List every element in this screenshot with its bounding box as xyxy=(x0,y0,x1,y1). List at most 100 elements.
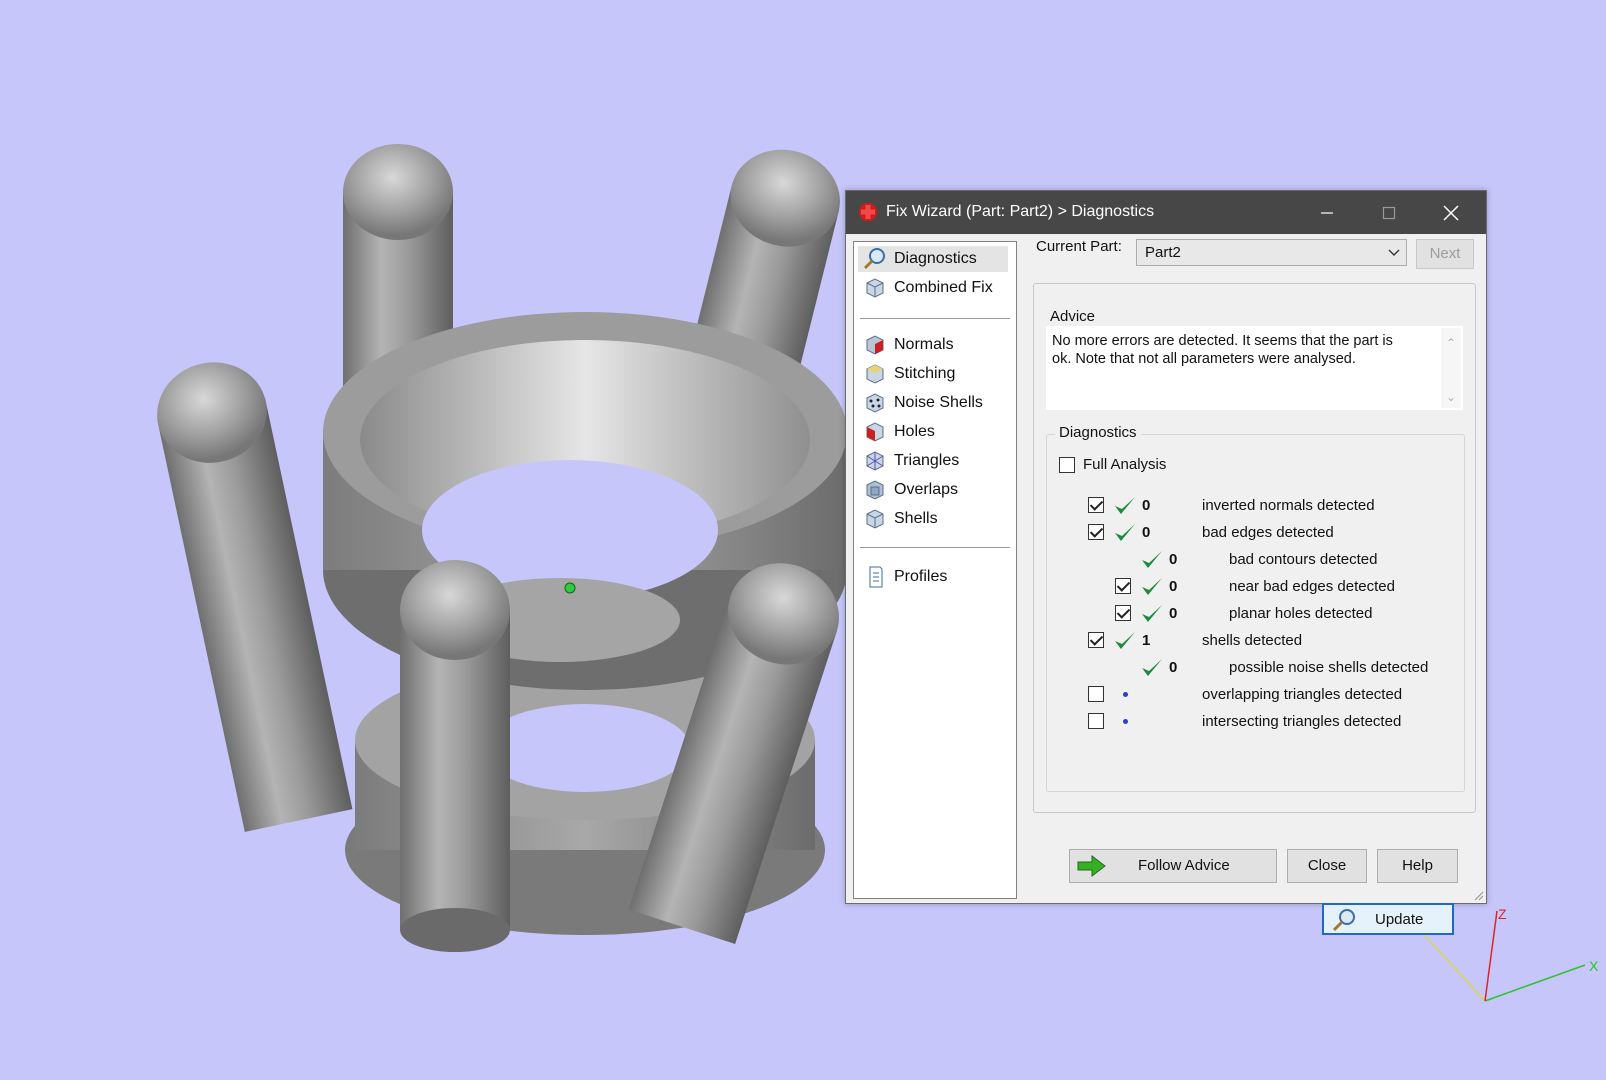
window-title: Fix Wizard (Part: Part2) > Diagnostics xyxy=(886,203,1155,220)
nav-item-label: Shells xyxy=(894,510,938,527)
scroll-down-icon[interactable]: ⌄ xyxy=(1441,390,1461,404)
diagnostic-checkbox[interactable] xyxy=(1088,632,1104,648)
full-analysis-checkbox[interactable] xyxy=(1059,457,1075,473)
diagnostic-row: 0 bad contours detected xyxy=(1047,549,1464,571)
green-check-icon xyxy=(1115,632,1135,649)
diagnostic-count: 0 xyxy=(1169,551,1178,568)
close-icon xyxy=(1443,204,1459,221)
green-check-icon xyxy=(1142,578,1162,595)
next-button[interactable]: Next xyxy=(1416,239,1474,269)
nav-item-combined-fix[interactable]: Combined Fix xyxy=(862,275,993,301)
diagnostic-label: inverted normals detected xyxy=(1202,497,1375,514)
stitching-cube-icon xyxy=(866,364,884,384)
diagnostic-row: 0 possible noise shells detected xyxy=(1047,657,1464,679)
not-analysed-dot-icon xyxy=(1123,692,1128,697)
nav-item-triangles[interactable]: Triangles xyxy=(862,448,959,474)
green-check-icon xyxy=(1142,659,1162,676)
update-button[interactable]: Update xyxy=(1322,903,1454,935)
z-axis-line xyxy=(1484,910,1498,1002)
diagnostic-row: intersecting triangles detected xyxy=(1047,711,1464,733)
diagnostic-row: overlapping triangles detected xyxy=(1047,684,1464,706)
cube-icon xyxy=(866,278,884,298)
nav-item-label: Combined Fix xyxy=(894,279,993,296)
chevron-down-icon xyxy=(1388,249,1400,256)
diagnostic-row: 0 inverted normals detected xyxy=(1047,495,1464,517)
noise-shells-icon xyxy=(866,393,884,413)
advice-group: Advice No more errors are detected. It s… xyxy=(1046,308,1463,410)
green-arrow-icon xyxy=(1077,854,1106,878)
advice-title: Advice xyxy=(1046,308,1100,325)
nav-item-noise-shells[interactable]: Noise Shells xyxy=(862,390,983,416)
diagnostic-count: 0 xyxy=(1169,578,1178,595)
fix-wizard-dialog: Fix Wizard (Part: Part2) > Diagnostics D… xyxy=(845,190,1487,935)
follow-advice-label: Follow Advice xyxy=(1138,857,1230,874)
diagnostic-checkbox[interactable] xyxy=(1088,524,1104,540)
nav-item-overlaps[interactable]: Overlaps xyxy=(862,477,958,503)
diagnostic-label: near bad edges detected xyxy=(1229,578,1395,595)
close-window-button[interactable] xyxy=(1420,191,1482,234)
minimize-icon xyxy=(1321,211,1333,214)
diagnostics-group: Diagnostics Full Analysis 0 inverted norm… xyxy=(1046,424,1465,935)
diagnostic-row: 0 bad edges detected xyxy=(1047,522,1464,544)
nav-item-stitching[interactable]: Stitching xyxy=(862,361,955,387)
diagnostic-label: bad edges detected xyxy=(1202,524,1334,541)
3d-model xyxy=(157,144,847,952)
nav-item-label: Normals xyxy=(894,336,954,353)
title-bar[interactable]: Fix Wizard (Part: Part2) > Diagnostics xyxy=(846,191,1486,234)
shells-cube-icon xyxy=(866,509,884,529)
diagnostic-row: 0 planar holes detected xyxy=(1047,603,1464,625)
diagnostic-label: bad contours detected xyxy=(1229,551,1378,568)
nav-item-label: Holes xyxy=(894,423,935,440)
diagnostic-label: overlapping triangles detected xyxy=(1202,686,1403,703)
z-axis-label: Z xyxy=(1498,906,1507,922)
resize-grip-icon[interactable] xyxy=(1472,889,1484,901)
diagnostic-checkbox[interactable] xyxy=(1115,578,1131,594)
x-axis-label: X xyxy=(1589,958,1599,974)
minimize-button[interactable] xyxy=(1296,191,1358,234)
normals-cube-icon xyxy=(866,335,884,355)
wizard-navigation: Diagnostics Combined Fix Normals Stitchi… xyxy=(853,241,1017,899)
nav-item-label: Diagnostics xyxy=(894,250,977,267)
pillar-left xyxy=(157,362,353,832)
current-part-label: Current Part: xyxy=(1036,238,1122,255)
diagnostic-count: 0 xyxy=(1142,524,1151,541)
diagnostic-checkbox[interactable] xyxy=(1088,497,1104,513)
diagnostic-count: 0 xyxy=(1169,659,1178,676)
diagnostic-checkbox[interactable] xyxy=(1088,713,1104,729)
nav-item-shells[interactable]: Shells xyxy=(862,506,938,532)
diagnostics-panel: Advice No more errors are detected. It s… xyxy=(1033,283,1476,935)
overlaps-cube-icon xyxy=(866,480,884,500)
nav-item-profiles[interactable]: Profiles xyxy=(862,564,947,590)
nav-item-holes[interactable]: Holes xyxy=(862,419,935,445)
advice-text: No more errors are detected. It seems th… xyxy=(1052,333,1393,367)
current-part-select[interactable]: Part2 xyxy=(1136,239,1407,266)
follow-advice-button[interactable]: Follow Advice xyxy=(1069,849,1277,883)
diagnostic-label: planar holes detected xyxy=(1229,605,1373,622)
nav-item-diagnostics[interactable]: Diagnostics xyxy=(858,246,1008,272)
diagnostic-checkbox[interactable] xyxy=(1088,686,1104,702)
maximize-button[interactable] xyxy=(1358,191,1420,234)
green-check-icon xyxy=(1115,524,1135,541)
nav-item-label: Stitching xyxy=(894,365,956,382)
diagnostic-label: intersecting triangles detected xyxy=(1202,713,1402,730)
nav-item-normals[interactable]: Normals xyxy=(862,332,954,358)
diagnostic-row: 0 near bad edges detected xyxy=(1047,576,1464,598)
not-analysed-dot-icon xyxy=(1123,719,1128,724)
diagnostic-count: 0 xyxy=(1169,605,1178,622)
nav-separator xyxy=(860,547,1010,548)
diagnostic-count: 1 xyxy=(1142,632,1151,649)
close-button[interactable]: Close xyxy=(1287,849,1367,883)
diagnostic-checkbox[interactable] xyxy=(1115,605,1131,621)
medic-cross-icon xyxy=(859,203,877,221)
nav-item-label: Triangles xyxy=(894,452,960,469)
pillar-front-left xyxy=(400,560,510,952)
nav-separator xyxy=(860,318,1010,319)
maximize-icon xyxy=(1382,206,1396,219)
help-button[interactable]: Help xyxy=(1377,849,1458,883)
full-analysis-label: Full Analysis xyxy=(1083,456,1167,473)
green-check-icon xyxy=(1142,605,1162,622)
magnifier-icon xyxy=(863,248,885,270)
update-label: Update xyxy=(1375,911,1424,928)
advice-scrollbar[interactable]: ⌃ ⌄ xyxy=(1441,328,1461,408)
scroll-up-icon[interactable]: ⌃ xyxy=(1441,336,1461,350)
